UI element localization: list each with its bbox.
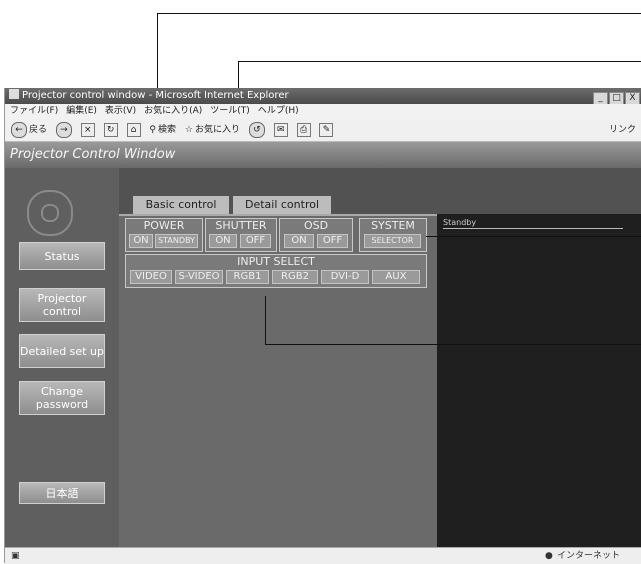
shutter-on-button[interactable]: ON xyxy=(209,234,237,248)
input-video-button[interactable]: VIDEO xyxy=(130,270,172,284)
search-icon[interactable]: ⚲ xyxy=(149,119,156,141)
links-label[interactable]: リンク xyxy=(609,119,636,141)
power-title: POWER xyxy=(143,219,185,232)
system-selector-button[interactable]: SELECTOR xyxy=(364,234,421,248)
status-button[interactable]: Status xyxy=(19,242,105,270)
favorites-star-icon[interactable]: ☆ xyxy=(185,119,193,141)
input-aux-button[interactable]: AUX xyxy=(372,270,420,284)
app-header-title: Projector Control Window xyxy=(5,142,641,168)
stop-icon[interactable]: × xyxy=(80,123,95,137)
window-title: Projector control window - Microsoft Int… xyxy=(22,90,289,101)
shutter-title: SHUTTER xyxy=(215,219,267,232)
zone-label: インターネット xyxy=(557,551,621,561)
osd-off-button[interactable]: OFF xyxy=(317,234,348,248)
home-icon[interactable]: ⌂ xyxy=(126,123,141,137)
shutter-group: SHUTTER ON OFF xyxy=(205,218,277,252)
callout-line-shutter-horizontal xyxy=(238,61,641,62)
system-group: SYSTEM SELECTOR xyxy=(359,218,427,252)
callout-line-input-horizontal xyxy=(265,344,641,345)
input-rgb2-button[interactable]: RGB2 xyxy=(272,270,318,284)
back-arrow-icon[interactable]: ← xyxy=(11,122,27,138)
power-group: POWER ON STANDBY xyxy=(125,218,203,252)
osd-group: OSD ON OFF xyxy=(279,218,353,252)
status-divider xyxy=(443,228,623,229)
osd-title: OSD xyxy=(303,219,329,232)
detailed-setup-button[interactable]: Detailed set up xyxy=(19,334,105,368)
refresh-icon[interactable]: ↻ xyxy=(103,123,118,137)
browser-toolbar: ← 戻る → × ↻ ⌂ ⚲ 検索 ☆ お気に入り ↺ ✉ ⎙ ✎ リンク xyxy=(5,119,641,142)
input-svideo-button[interactable]: S-VIDEO xyxy=(175,270,223,284)
input-select-group: INPUT SELECT VIDEO S-VIDEO RGB1 RGB2 DVI… xyxy=(125,254,427,288)
window-titlebar: Projector control window - Microsoft Int… xyxy=(5,88,641,106)
main-area: Basic control Detail control POWER ON ST… xyxy=(119,168,641,549)
status-display-panel: Standby xyxy=(437,214,641,547)
system-title: SYSTEM xyxy=(371,219,415,232)
browser-icon xyxy=(9,89,19,99)
browser-window: Projector control window - Microsoft Int… xyxy=(4,88,641,564)
language-japanese-button[interactable]: 日本語 xyxy=(19,482,105,504)
power-standby-button[interactable]: STANDBY xyxy=(155,234,198,248)
menu-favorites[interactable]: お気に入り(A) xyxy=(144,106,202,116)
osd-on-button[interactable]: ON xyxy=(284,234,314,248)
search-label[interactable]: 検索 xyxy=(158,119,176,141)
status-text: Standby xyxy=(443,218,477,227)
menu-help[interactable]: ヘルプ(H) xyxy=(258,106,299,116)
tab-basic-control[interactable]: Basic control xyxy=(133,196,229,214)
change-password-button[interactable]: Change password xyxy=(19,381,105,415)
favorites-label[interactable]: お気に入り xyxy=(195,119,240,141)
projector-control-button[interactable]: Projector control xyxy=(19,288,105,322)
forward-arrow-icon[interactable]: → xyxy=(55,122,72,138)
input-select-title: INPUT SELECT xyxy=(237,255,315,268)
shutter-off-button[interactable]: OFF xyxy=(240,234,271,248)
input-dvid-button[interactable]: DVI-D xyxy=(321,270,369,284)
callout-line-power-horizontal xyxy=(157,13,641,14)
callout-line-input-vertical xyxy=(265,296,266,344)
input-rgb1-button[interactable]: RGB1 xyxy=(226,270,269,284)
menubar: ファイル(F) 編集(E) 表示(V) お気に入り(A) ツール(T) ヘルプ(H) xyxy=(5,104,641,119)
left-navigation: Status Projector control Detailed set up… xyxy=(5,168,119,547)
basic-control-panel: POWER ON STANDBY SHUTTER ON OFF OSD ON O… xyxy=(119,214,437,549)
projector-logo-icon xyxy=(27,190,73,236)
tab-detail-control[interactable]: Detail control xyxy=(233,196,331,214)
menu-file[interactable]: ファイル(F) xyxy=(10,106,58,116)
power-on-button[interactable]: ON xyxy=(129,234,153,248)
callout-line-system xyxy=(426,236,641,237)
page-icon: ▣ xyxy=(11,551,20,561)
edit-icon[interactable]: ✎ xyxy=(319,123,334,137)
history-icon[interactable]: ↺ xyxy=(248,122,265,138)
back-label[interactable]: 戻る xyxy=(29,119,47,141)
menu-tools[interactable]: ツール(T) xyxy=(210,106,250,116)
menu-edit[interactable]: 編集(E) xyxy=(66,106,97,116)
mail-icon[interactable]: ✉ xyxy=(273,123,288,137)
internet-zone-icon: ● xyxy=(545,551,553,561)
browser-statusbar: ▣ ● インターネット xyxy=(5,547,641,564)
print-icon[interactable]: ⎙ xyxy=(296,123,311,137)
menu-view[interactable]: 表示(V) xyxy=(105,106,136,116)
